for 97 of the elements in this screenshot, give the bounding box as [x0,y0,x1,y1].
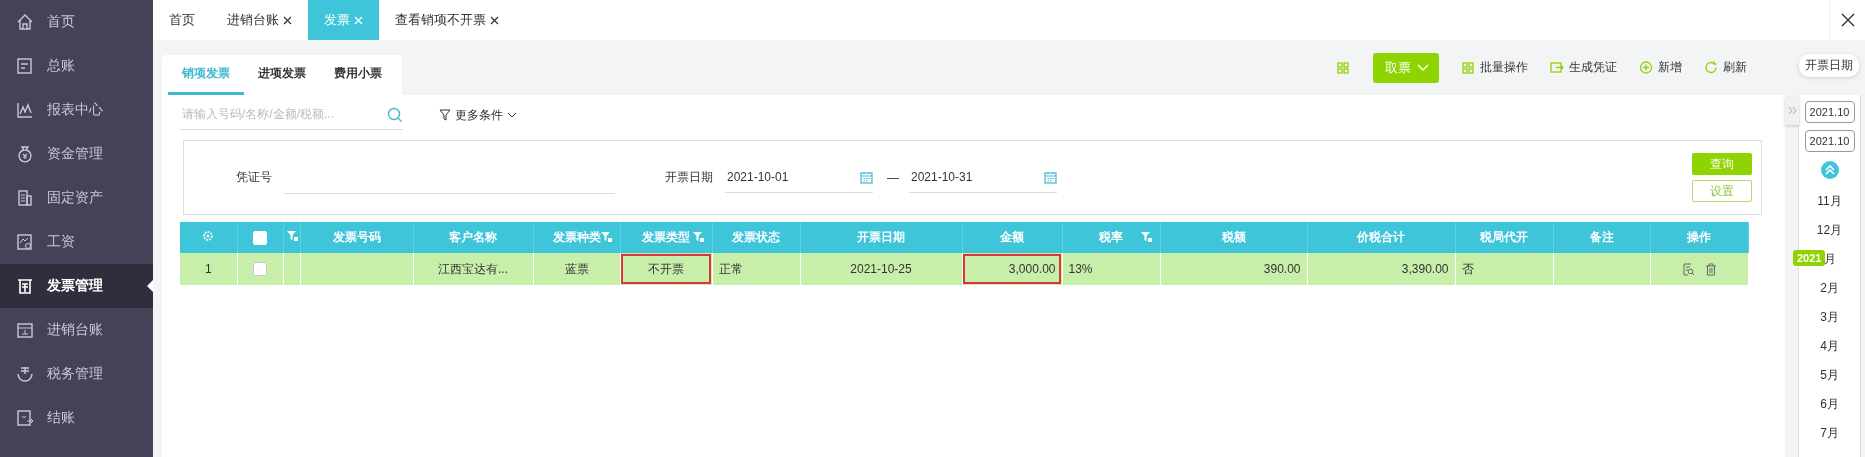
refresh-icon [1704,60,1718,75]
sidebar-item[interactable]: 总账 [0,44,153,88]
building-icon [15,188,35,208]
select-all-checkbox[interactable] [253,230,267,245]
sidebar-item[interactable]: 结账 [0,396,153,440]
toolbar-button[interactable]: 批量操作 [1461,59,1528,76]
month-item[interactable]: 3月 [1820,309,1839,326]
toolbar-button[interactable]: 刷新 [1704,59,1747,76]
page-tab[interactable]: 查看销项不开票 [379,0,515,40]
table-cell: 不开票 [648,261,684,276]
calendar-icon[interactable] [860,170,873,184]
column-header: 操作 [1687,230,1711,244]
column-header: 税率 [1099,230,1123,244]
caret-icon [1417,63,1429,72]
month-item[interactable]: 5月 [1820,367,1839,384]
column-header: 价税合计 [1357,230,1405,244]
date-chip[interactable]: 2021.10 [1804,101,1855,123]
table-cell: 1 [204,262,212,276]
date-label: 开票日期 [665,169,713,186]
sidebar-item[interactable]: 发票管理 [0,264,153,308]
date-field[interactable]: 2021-10-31 [909,162,1057,193]
sidebar-item[interactable]: 资金管理 [0,132,153,176]
scroll-up-icon[interactable] [1820,161,1839,179]
date-field[interactable]: 2021-10-01 [725,162,873,193]
month-item[interactable]: 11月 [1817,193,1842,210]
home-icon [15,12,35,32]
sidebar-item[interactable]: 固定资产 [0,176,153,220]
settings-icon[interactable] [202,230,215,242]
sidebar-item[interactable]: 报表中心 [0,88,153,132]
year-badge: 2021 [1793,250,1826,266]
column-header: 发票种类 [552,230,601,244]
column-header: 发票号码 [332,230,381,244]
chevron-down-icon [507,112,517,118]
month-item[interactable]: 7月 [1820,425,1839,442]
sidebar-item[interactable]: 工资 [0,220,153,264]
column-header: 税额 [1221,230,1246,244]
filter-icon[interactable] [285,230,298,242]
range-separator: — [887,170,899,185]
toolbar-button[interactable]: 生成凭证 [1550,59,1617,76]
invoice-tab[interactable]: 费用小票 [320,55,396,95]
filter-icon[interactable] [1139,231,1152,243]
table-cell: 正常 [718,261,743,276]
grid-icon[interactable] [1335,59,1351,76]
tooltip: 开票日期 [1799,54,1859,77]
column-header: 税局代开 [1480,230,1528,244]
voucher-label: 凭证号 [236,169,272,186]
sidebar-item[interactable]: 首页 [0,0,153,44]
column-header: 备注 [1589,230,1614,244]
checkout-icon [15,408,35,428]
sidebar-item[interactable]: 税务管理 [0,352,153,396]
close-icon[interactable] [283,15,292,25]
close-icon[interactable] [490,15,499,25]
filter-icon [439,109,451,121]
tax-icon [15,364,35,384]
column-header: 金额 [1000,230,1024,244]
column-header: 开票日期 [857,230,905,244]
filter-icon[interactable] [691,231,704,243]
more-filters-button[interactable]: 更多条件 [439,106,517,124]
table-cell: 390.00 [1263,262,1301,276]
money-bag-icon [15,144,35,164]
trash-icon[interactable] [1704,263,1717,277]
table-cell: 江西宝达有... [438,261,508,276]
ledger-icon [15,320,35,340]
column-header: 发票类型 [642,230,690,244]
row-checkbox[interactable] [253,262,267,277]
table-cell: 3,390.00 [1401,262,1449,276]
month-item[interactable]: 月 [1823,251,1836,268]
toolbar-button[interactable]: 新增 [1639,59,1682,76]
calendar-icon[interactable] [1044,170,1057,184]
invoice-icon [15,276,35,296]
month-item[interactable]: 2月 [1820,280,1839,297]
search-icon[interactable] [387,106,403,123]
grid-icon [1461,60,1475,75]
month-item[interactable]: 4月 [1820,338,1839,355]
month-item[interactable]: 6月 [1820,396,1839,413]
table-cell: 否 [1461,261,1474,276]
table-cell: 2021-10-25 [850,262,912,276]
payroll-icon [15,232,35,252]
view-icon[interactable] [1681,263,1695,277]
table-cell: 13% [1068,262,1093,276]
chart-icon [15,100,35,120]
sidebar-item[interactable]: 进销台账 [0,308,153,352]
table-cell: 3,000.00 [1008,262,1056,276]
table-cell: 蓝票 [564,261,589,276]
month-item[interactable]: 12月 [1816,222,1843,239]
page-tab[interactable]: 首页 [153,0,211,40]
ledger-icon [15,56,35,76]
column-header: 客户名称 [449,230,497,244]
expand-handle[interactable] [1785,97,1799,125]
close-icon [1840,12,1855,27]
column-header: 发票状态 [732,230,780,244]
export-icon [1550,60,1564,75]
plus-icon [1639,60,1653,75]
date-chip[interactable]: 2021.10 [1804,130,1855,152]
invoice-tab[interactable]: 进项发票 [244,55,320,95]
page-tab[interactable]: 进销台账 [211,0,308,40]
filter-icon[interactable] [599,231,612,243]
